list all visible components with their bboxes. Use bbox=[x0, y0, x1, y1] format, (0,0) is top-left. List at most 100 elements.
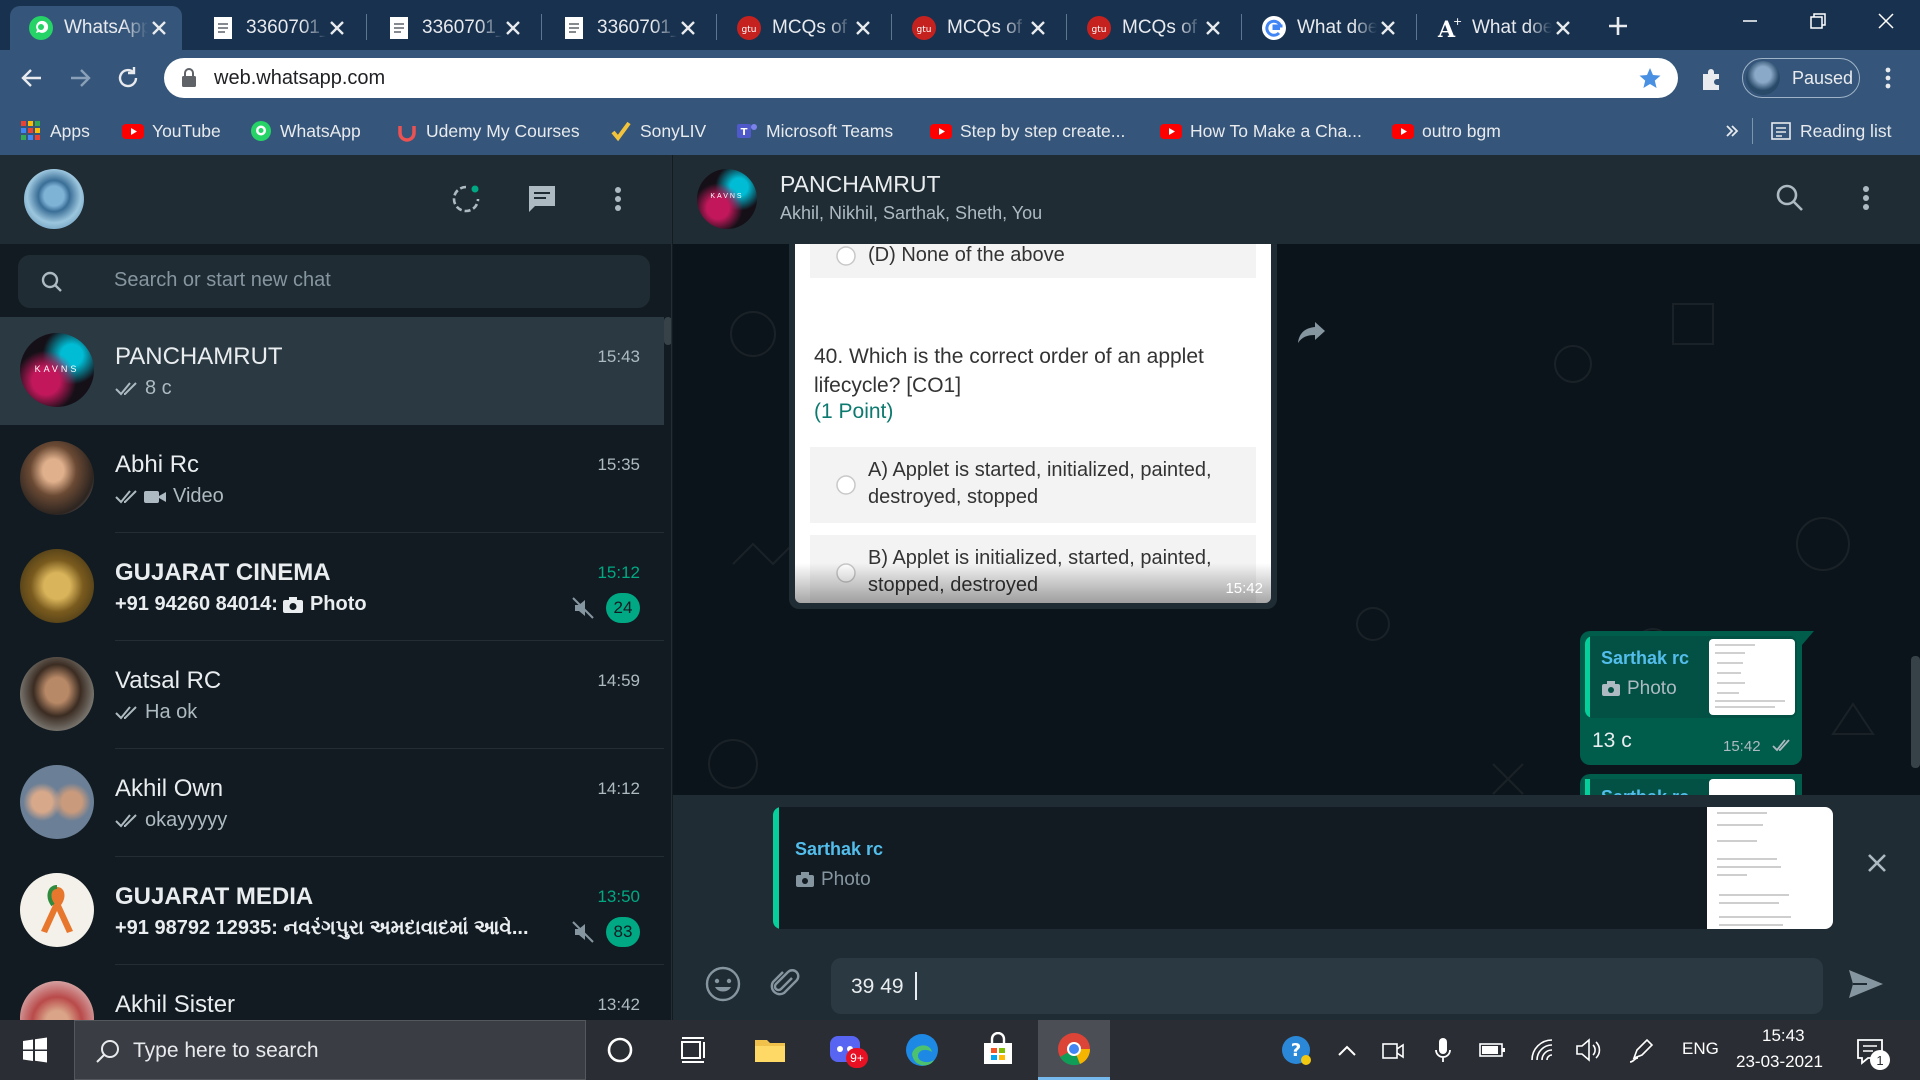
new-chat-button[interactable] bbox=[524, 181, 560, 217]
search-messages-button[interactable] bbox=[1773, 181, 1807, 215]
restore-button[interactable] bbox=[1784, 0, 1852, 42]
chat-item-gujarat-media[interactable]: GUJARAT MEDIA 13:50 +91 98792 12935: નવર… bbox=[0, 857, 664, 965]
close-icon[interactable] bbox=[502, 17, 524, 39]
conversation-header[interactable]: KAVNS PANCHAMRUT Akhil, Nikhil, Sarthak,… bbox=[673, 155, 1920, 244]
message-input[interactable]: 39 49 bbox=[831, 958, 1823, 1014]
language-indicator[interactable]: ENG bbox=[1682, 1039, 1719, 1059]
close-icon[interactable] bbox=[1027, 17, 1049, 39]
bookmark-teams[interactable]: T Microsoft Teams bbox=[736, 116, 893, 146]
scrollbar[interactable] bbox=[1911, 656, 1920, 768]
bookmark-whatsapp[interactable]: WhatsApp bbox=[250, 116, 361, 146]
tab-whatsapp[interactable]: WhatsApp bbox=[10, 6, 182, 50]
reading-list-label: Reading list bbox=[1800, 120, 1892, 141]
cortana-button[interactable] bbox=[604, 1034, 636, 1066]
close-icon[interactable] bbox=[1552, 17, 1574, 39]
action-center-button[interactable]: 1 bbox=[1854, 1034, 1890, 1070]
search-bar[interactable]: Search or start new chat bbox=[18, 255, 650, 308]
bookmark-sonyliv[interactable]: SonyLIV bbox=[610, 116, 706, 146]
tab-document-2[interactable]: 3360701_ bbox=[368, 6, 536, 50]
menu-button[interactable] bbox=[600, 181, 636, 217]
bookmark-youtube[interactable]: YouTube bbox=[122, 116, 221, 146]
address-bar[interactable]: web.whatsapp.com bbox=[164, 58, 1678, 98]
clock-time[interactable]: 15:43 bbox=[1762, 1026, 1805, 1046]
arrow-left-icon bbox=[21, 69, 41, 87]
my-avatar[interactable] bbox=[24, 169, 84, 229]
message-image[interactable]: (D) None of the above 40. Which is the c… bbox=[795, 244, 1271, 603]
app-button-mail[interactable]: 9+ bbox=[828, 1032, 868, 1068]
group-avatar[interactable]: KAVNS bbox=[697, 169, 757, 229]
search-input[interactable]: Search or start new chat bbox=[114, 269, 331, 292]
bookmark-video-2[interactable]: How To Make a Cha... bbox=[1160, 116, 1362, 146]
close-icon[interactable] bbox=[677, 17, 699, 39]
task-view-button[interactable] bbox=[678, 1034, 710, 1066]
volume-tray-icon[interactable] bbox=[1574, 1036, 1602, 1064]
reply-preview[interactable]: Sarthak rc Photo bbox=[773, 807, 1833, 929]
tab-mcqs-1[interactable]: gtu MCQs of bbox=[718, 6, 886, 50]
chat-item-abhi-rc[interactable]: Abhi Rc 15:35 Video bbox=[0, 425, 664, 533]
chrome-taskbar-button[interactable] bbox=[1038, 1020, 1110, 1080]
svg-text:+: + bbox=[1453, 15, 1462, 28]
tab-mcqs-3[interactable]: gtu MCQs of bbox=[1068, 6, 1236, 50]
attach-button[interactable] bbox=[765, 964, 805, 1004]
conversation-menu-button[interactable] bbox=[1849, 181, 1883, 215]
star-icon[interactable] bbox=[1638, 66, 1662, 90]
reading-list-button[interactable]: Reading list bbox=[1770, 116, 1891, 146]
battery-tray-icon[interactable] bbox=[1478, 1038, 1508, 1062]
chat-item-akhil-own[interactable]: Akhil Own 14:12 okayyyyy bbox=[0, 749, 664, 857]
close-window-button[interactable] bbox=[1852, 0, 1920, 42]
send-button[interactable] bbox=[1843, 962, 1887, 1006]
close-icon[interactable] bbox=[852, 17, 874, 39]
tab-document-3[interactable]: 3360701_ bbox=[543, 6, 711, 50]
status-button[interactable] bbox=[448, 181, 484, 217]
bookmark-video-1[interactable]: Step by step create... bbox=[930, 116, 1125, 146]
chrome-menu-button[interactable] bbox=[1872, 60, 1904, 96]
store-button[interactable] bbox=[980, 1032, 1016, 1068]
chat-item-panchamrut[interactable]: KAVNS PANCHAMRUT 15:43 8 c bbox=[0, 317, 664, 425]
help-tray-icon[interactable]: ? bbox=[1280, 1034, 1314, 1068]
microphone-tray-icon[interactable] bbox=[1430, 1036, 1456, 1064]
muted-icon bbox=[572, 597, 594, 619]
tab-font-site[interactable]: A + What doe bbox=[1418, 6, 1586, 50]
cancel-reply-button[interactable] bbox=[1859, 845, 1895, 881]
chat-item-gujarat-cinema[interactable]: GUJARAT CINEMA 15:12 +91 94260 84014: Ph… bbox=[0, 533, 664, 641]
profile-button[interactable]: Paused bbox=[1742, 58, 1860, 98]
tab-mcqs-2[interactable]: gtu MCQs of bbox=[893, 6, 1061, 50]
extensions-button[interactable] bbox=[1696, 62, 1728, 94]
image-message[interactable]: (D) None of the above 40. Which is the c… bbox=[789, 244, 1277, 609]
minimize-button[interactable] bbox=[1716, 0, 1784, 42]
quoted-message[interactable]: Sarthak rc Photo bbox=[1585, 636, 1797, 718]
close-icon[interactable] bbox=[148, 17, 170, 39]
pen-tray-icon[interactable] bbox=[1628, 1036, 1656, 1064]
close-icon[interactable] bbox=[1202, 17, 1224, 39]
minimize-icon bbox=[1743, 20, 1757, 22]
emoji-button[interactable] bbox=[703, 964, 743, 1004]
close-icon[interactable] bbox=[1377, 17, 1399, 39]
start-button[interactable] bbox=[0, 1020, 70, 1080]
close-icon[interactable] bbox=[326, 17, 348, 39]
forward-button[interactable] bbox=[62, 60, 98, 96]
taskbar-search[interactable]: Type here to search bbox=[74, 1020, 586, 1080]
chat-item-akhil-sister[interactable]: Akhil Sister 13:42 bbox=[0, 965, 664, 1020]
clock-date[interactable]: 23-03-2021 bbox=[1736, 1052, 1823, 1072]
bookmark-udemy[interactable]: Udemy My Courses bbox=[396, 116, 580, 146]
scrollbar[interactable] bbox=[664, 317, 671, 345]
chat-time: 14:12 bbox=[597, 779, 640, 798]
outgoing-message[interactable]: Sarthak rc Photo 13 c 15:42 bbox=[1580, 631, 1814, 765]
meet-now-tray-icon[interactable] bbox=[1380, 1038, 1406, 1064]
network-tray-icon[interactable] bbox=[1528, 1036, 1556, 1064]
edge-button[interactable] bbox=[904, 1032, 940, 1068]
back-button[interactable] bbox=[14, 60, 50, 96]
reload-button[interactable] bbox=[110, 60, 146, 96]
bookmark-video-3[interactable]: outro bgm bbox=[1392, 116, 1501, 146]
tab-google-search[interactable]: What doe bbox=[1243, 6, 1411, 50]
preview-text: +91 94260 84014: bbox=[115, 593, 278, 615]
search-icon bbox=[41, 271, 62, 292]
chat-item-vatsal-rc[interactable]: Vatsal RC 14:59 Ha ok bbox=[0, 641, 664, 749]
new-tab-button[interactable] bbox=[1600, 8, 1636, 44]
file-explorer-button[interactable] bbox=[752, 1032, 788, 1068]
forward-message-button[interactable] bbox=[1295, 314, 1331, 350]
bookmark-apps[interactable]: Apps bbox=[20, 116, 90, 146]
show-hidden-icons-button[interactable] bbox=[1334, 1038, 1360, 1064]
bookmarks-overflow-button[interactable] bbox=[1724, 116, 1740, 146]
tab-document-1[interactable]: 3360701_ bbox=[192, 6, 360, 50]
